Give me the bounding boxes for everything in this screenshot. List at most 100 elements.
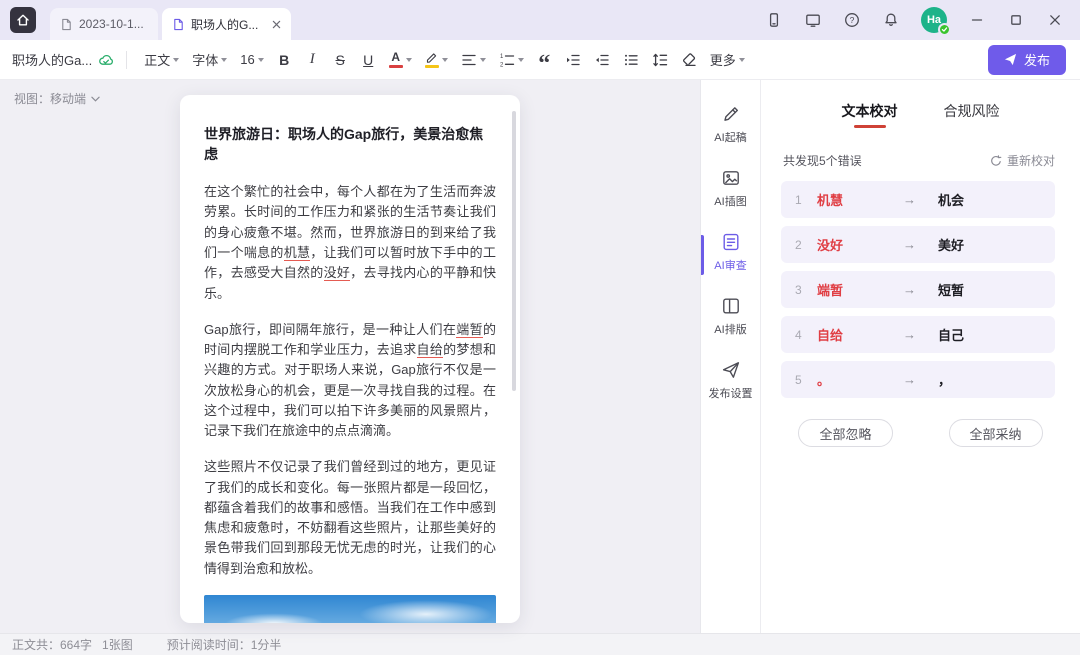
underline-button[interactable]: U <box>356 47 381 73</box>
help-icon[interactable]: ? <box>843 11 861 29</box>
titlebar-actions: ? Ha <box>765 7 1080 33</box>
error-number: 1 <box>795 193 817 207</box>
more-button[interactable]: 更多 <box>705 47 750 73</box>
error-list: 1 机慧 → 机会 2 没好 → 美好 3 端暂 → 短暂 <box>761 181 1080 406</box>
unordered-list-button[interactable] <box>618 47 644 73</box>
error-summary: 共发现5个错误 <box>783 152 862 169</box>
notifications-bell-icon[interactable] <box>882 11 900 29</box>
minimize-button[interactable] <box>968 11 986 29</box>
text-segment: Gap旅行，即间隔年旅行，是一种让人们在 <box>204 322 456 337</box>
paragraph-1[interactable]: 在这个繁忙的社会中，每个人都在为了生活而奔波劳累。长时间的工作压力和紧张的生活节… <box>204 182 496 304</box>
chevron-down-icon <box>518 58 524 62</box>
chevron-down-icon <box>739 58 745 62</box>
line-spacing-icon <box>652 52 668 68</box>
error-wrong-text: 。 <box>817 370 903 389</box>
send-icon <box>1004 53 1017 66</box>
toolbar-divider <box>126 51 127 69</box>
strikethrough-button[interactable]: S <box>328 47 353 73</box>
chevron-down-icon <box>406 58 412 62</box>
article-title[interactable]: 世界旅游日：职场人的Gap旅行，美景治愈焦虑 <box>204 125 496 164</box>
app-window: 2023-10-1... 职场人的G... ? <box>0 0 1080 655</box>
italic-button[interactable]: I <box>300 47 325 73</box>
error-wrong-text: 自给 <box>817 325 903 344</box>
card-scrollbar[interactable] <box>512 111 516 391</box>
chevron-down-icon <box>91 96 100 102</box>
align-button[interactable] <box>456 47 491 73</box>
tab-text-proofread[interactable]: 文本校对 <box>842 101 898 128</box>
user-avatar[interactable]: Ha <box>921 7 947 33</box>
arrow-right-icon: → <box>903 192 916 207</box>
view-mode-select[interactable]: 视图：移动端 <box>14 90 100 107</box>
blockquote-button[interactable]: “ <box>532 47 557 73</box>
error-wrong-text: 没好 <box>817 235 903 254</box>
proofread-panel: 文本校对 合规风险 共发现5个错误 重新校对 1 机慧 → 机会 2 <box>761 80 1080 633</box>
error-wrong-text: 机慧 <box>817 190 903 209</box>
ordered-list-button[interactable]: 12 <box>494 47 529 73</box>
flagged-word[interactable]: 机慧 <box>284 245 311 261</box>
phone-preview-icon[interactable] <box>765 11 783 29</box>
bold-button[interactable]: B <box>272 47 297 73</box>
highlighter-icon <box>425 52 439 68</box>
arrow-right-icon: → <box>903 372 916 387</box>
sidebar-item-ai-illustration[interactable]: AI插图 <box>701 168 760 209</box>
align-left-icon <box>461 52 477 68</box>
error-row[interactable]: 2 没好 → 美好 <box>781 226 1055 263</box>
indent-increase-button[interactable] <box>560 47 586 73</box>
line-spacing-button[interactable] <box>647 47 673 73</box>
error-correct-text: ， <box>938 370 951 389</box>
unordered-list-icon <box>623 52 639 68</box>
paragraph-2[interactable]: Gap旅行，即间隔年旅行，是一种让人们在端暂的时间内摆脱工作和学业压力，去追求自… <box>204 320 496 442</box>
font-size-select[interactable]: 16 <box>235 47 268 73</box>
chevron-down-icon <box>442 58 448 62</box>
document-icon <box>60 18 73 31</box>
paragraph-3[interactable]: 这些照片不仅记录了我们曾经到过的地方，更见证了我们的成长和变化。每一张照片都是一… <box>204 457 496 579</box>
svg-text:?: ? <box>850 15 855 25</box>
ai-tool-sidebar: AI起稿 AI插图 AI审查 AI排版 发布设置 <box>701 80 761 633</box>
sidebar-item-publish-settings[interactable]: 发布设置 <box>701 360 760 401</box>
indent-decrease-button[interactable] <box>589 47 615 73</box>
font-color-button[interactable]: A <box>384 47 417 73</box>
arrow-right-icon: → <box>903 327 916 342</box>
tab-compliance-risk[interactable]: 合规风险 <box>944 101 1000 128</box>
sidebar-item-ai-draft[interactable]: AI起稿 <box>701 104 760 145</box>
error-number: 3 <box>795 283 817 297</box>
read-time: 预计阅读时间：1分半 <box>167 636 282 653</box>
error-row[interactable]: 1 机慧 → 机会 <box>781 181 1055 218</box>
flagged-word[interactable]: 没好 <box>324 265 351 281</box>
error-row[interactable]: 4 自给 → 自己 <box>781 316 1055 353</box>
highlight-color-button[interactable] <box>420 47 453 73</box>
ignore-all-button[interactable]: 全部忽略 <box>798 419 892 447</box>
document-title-field[interactable]: 职场人的Ga... <box>12 50 114 69</box>
main-area: 视图：移动端 世界旅游日：职场人的Gap旅行，美景治愈焦虑 在这个繁忙的社会中，… <box>0 80 1080 633</box>
tab-document-recent[interactable]: 2023-10-1... <box>50 8 158 40</box>
error-row[interactable]: 5 。 → ， <box>781 361 1055 398</box>
close-button[interactable] <box>1046 11 1064 29</box>
tab-document-current[interactable]: 职场人的G... <box>162 8 291 40</box>
font-family-select[interactable]: 字体 <box>187 47 232 73</box>
editor-area: 视图：移动端 世界旅游日：职场人的Gap旅行，美景治愈焦虑 在这个繁忙的社会中，… <box>0 80 701 633</box>
chevron-down-icon <box>173 58 179 62</box>
chevron-down-icon <box>258 58 264 62</box>
article-image[interactable] <box>204 595 496 623</box>
sidebar-item-ai-layout[interactable]: AI排版 <box>701 296 760 337</box>
panel-actions: 全部忽略 全部采纳 <box>761 406 1080 447</box>
mobile-preview-card[interactable]: 世界旅游日：职场人的Gap旅行，美景治愈焦虑 在这个繁忙的社会中，每个人都在为了… <box>180 95 520 623</box>
recheck-button[interactable]: 重新校对 <box>990 152 1055 169</box>
layout-icon <box>721 296 741 316</box>
clear-format-button[interactable] <box>676 47 702 73</box>
tab-close-icon[interactable] <box>272 20 281 29</box>
publish-button[interactable]: 发布 <box>988 45 1066 75</box>
maximize-button[interactable] <box>1007 11 1025 29</box>
document-icon <box>172 18 185 31</box>
paragraph-style-select[interactable]: 正文 <box>139 47 184 73</box>
error-row[interactable]: 3 端暂 → 短暂 <box>781 271 1055 308</box>
flagged-word[interactable]: 自给 <box>417 342 444 358</box>
accept-all-button[interactable]: 全部采纳 <box>949 419 1043 447</box>
home-button[interactable] <box>10 7 36 33</box>
sidebar-item-ai-review[interactable]: AI审查 <box>701 232 760 273</box>
svg-text:1: 1 <box>500 54 504 60</box>
device-preview-icon[interactable] <box>804 11 822 29</box>
flagged-word[interactable]: 端暂 <box>456 322 483 338</box>
arrow-right-icon: → <box>903 282 916 297</box>
toolbar: 职场人的Ga... 正文 字体 16 B I S U A <box>0 40 1080 80</box>
